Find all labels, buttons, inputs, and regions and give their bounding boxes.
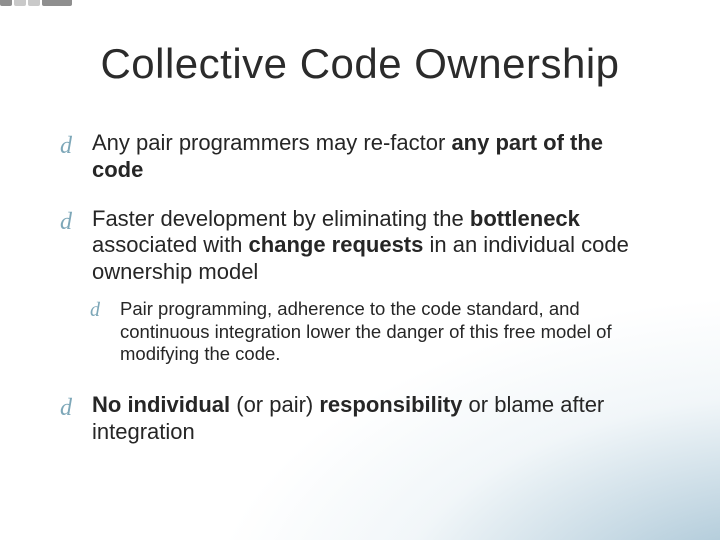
bullet-icon: d — [60, 132, 66, 161]
bullet-text: No individual (or pair) responsibility o… — [92, 392, 604, 444]
bullet-icon: d — [90, 298, 94, 322]
slide-title: Collective Code Ownership — [0, 40, 720, 88]
bullet-icon: d — [60, 208, 66, 237]
bullet-text: Any pair programmers may re-factor any p… — [92, 130, 603, 182]
bullet-item: d Faster development by eliminating the b… — [60, 206, 660, 286]
bullet-text: Pair programming, adherence to the code … — [120, 298, 612, 364]
bullet-text: Faster development by eliminating the bo… — [92, 206, 629, 285]
slide: Collective Code Ownership d Any pair prog… — [0, 0, 720, 540]
bullet-item: d No individual (or pair) responsibility … — [60, 392, 660, 446]
slide-body: d Any pair programmers may re-factor any … — [60, 130, 660, 467]
window-tabs-decoration — [0, 0, 74, 8]
bullet-item: d Any pair programmers may re-factor any … — [60, 130, 660, 184]
bullet-item: d Pair programming, adherence to the code… — [60, 298, 660, 366]
bullet-icon: d — [60, 394, 66, 423]
